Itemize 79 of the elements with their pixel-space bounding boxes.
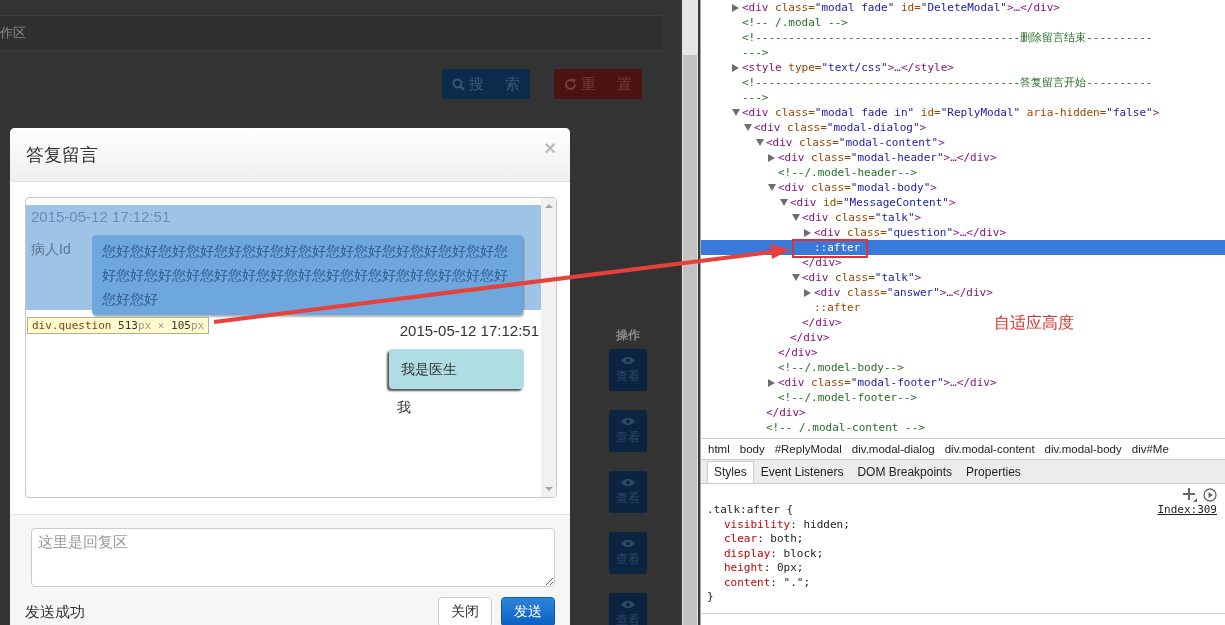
dom-tree-line[interactable]: <!-- /.modal-content --> [701,420,925,435]
breadcrumb-item[interactable]: div#Me [1131,443,1169,455]
disclosure-triangle-icon[interactable] [732,63,739,72]
panel-tab[interactable]: DOM Breakpoints [850,461,960,483]
message-time: 2015-05-12 17:12:51 [399,321,539,341]
dom-tree-line[interactable]: </div> [701,330,830,345]
disclosure-triangle-icon[interactable] [780,199,788,206]
css-property: display: block; [723,546,825,561]
dom-tree-line[interactable]: <div class="modal-body"> [701,180,937,195]
dom-tree-line[interactable]: <div class="talk"> [701,210,922,225]
eye-icon [621,538,635,548]
dom-tree-line[interactable]: <div id="MessageContent"> [701,195,956,210]
dom-tree-line[interactable]: <!----------------------------------------答复留言开始---------- ---> [701,75,1153,105]
add-rule-icon[interactable] [1183,488,1197,502]
dom-tree-line[interactable]: </div> [701,345,818,360]
disclosure-triangle-icon[interactable] [744,124,752,131]
disclosure-triangle-icon[interactable] [732,109,740,116]
disclosure-triangle-icon[interactable] [768,184,776,191]
eye-icon [621,416,635,426]
dom-tree-line[interactable]: <!--/.model-footer--> [701,390,918,405]
play-circle-icon[interactable] [1203,488,1217,502]
source-link[interactable]: Index:309 [1157,503,1217,518]
dom-tree-line[interactable]: <div class="modal-dialog"> [701,120,927,135]
dialog-title: 答复留言 [26,144,98,167]
dom-tree-line[interactable]: ::after [701,300,861,315]
css-property: visibility: hidden; [723,517,851,532]
annotation-note: 自适应高度 [994,313,1074,333]
css-property: height: 0px; [723,561,805,576]
dom-tree-line[interactable]: <!----------------------------------------删除留言结束---------- ---> [701,30,1153,60]
breadcrumb-item[interactable]: div.modal-dialog [851,443,935,455]
dom-tree-line[interactable]: </div> [701,315,842,330]
inspect-tooltip: div.question 513px × 105px [27,317,210,334]
disclosure-triangle-icon[interactable] [756,139,764,146]
close-button[interactable]: 关闭 [438,597,492,625]
breadcrumb-item[interactable]: div.modal-content [944,443,1035,455]
panel-tab[interactable]: Styles [707,461,754,483]
breadcrumb-item[interactable]: html [708,443,730,455]
panel-title: 作区 [0,24,26,42]
breadcrumb-item[interactable]: body [739,443,765,455]
dom-tree-line[interactable]: <!-- /.modal --> [701,15,848,30]
dom-tree-line[interactable]: </div> [701,405,806,420]
dom-tree-line[interactable]: <div class="answer">…</div> [701,285,993,300]
eye-icon [621,355,635,365]
dom-tree-line[interactable]: <div class="talk"> [701,270,922,285]
disclosure-triangle-icon[interactable] [768,378,775,387]
status-message: 发送成功 [25,602,86,622]
css-property: content: "."; [723,575,812,590]
dom-tree-line[interactable]: <div class="modal fade in" id="ReplyModal" aria-hidden="false"> [701,105,1160,120]
dom-tree-line[interactable]: </div> [701,255,842,270]
eye-icon [621,477,635,487]
column-header: 操作 [616,328,640,343]
dom-tree-line[interactable]: <!--/.model-header--> [701,165,918,180]
sender-name: 病人Id [31,240,72,259]
dom-tree-line[interactable]: <div class="modal-content"> [701,135,945,150]
disclosure-triangle-icon[interactable] [792,274,800,281]
css-brace: } [707,590,715,605]
dom-tree-line[interactable]: <style type="text/css">…</style> [701,60,954,75]
eye-icon [621,599,635,609]
refresh-icon [564,77,578,91]
message-bubble: 我是医生 [389,349,524,389]
breadcrumb-item[interactable]: #ReplyModal [774,443,842,455]
panel-tab[interactable]: Properties [959,461,1028,483]
disclosure-triangle-icon[interactable] [792,214,800,221]
disclosure-triangle-icon[interactable] [732,3,739,12]
breadcrumb-item[interactable]: div.modal-body [1044,443,1122,455]
message-bubble: 您好您好您好您好您好您好您好您好您好您好您好您好您好您好您好您好您好您好您好您好您好您好您好您好您好您好您好您好您好您好您好 [92,235,523,315]
panel-tab[interactable]: Event Listeners [753,461,851,483]
search-icon [452,77,466,91]
css-property: clear: both; [723,532,805,547]
send-button[interactable]: 发送 [501,597,555,625]
disclosure-triangle-icon[interactable] [768,153,775,162]
dom-tree-line[interactable]: <div class="modal fade" id="DeleteModal">…</div> [701,0,1060,15]
dom-tree-line[interactable]: <div class="modal-footer">…</div> [701,375,997,390]
dom-tree-line[interactable]: <div class="modal-header">…</div> [701,150,997,165]
sender-name: 我 [396,399,412,417]
reply-field[interactable]: 这里是回复区 [31,528,555,587]
dom-tree-line[interactable]: <!--/.model-body--> [701,360,904,375]
css-selector: .talk:after { [707,503,794,518]
disclosure-triangle-icon[interactable] [804,288,811,297]
